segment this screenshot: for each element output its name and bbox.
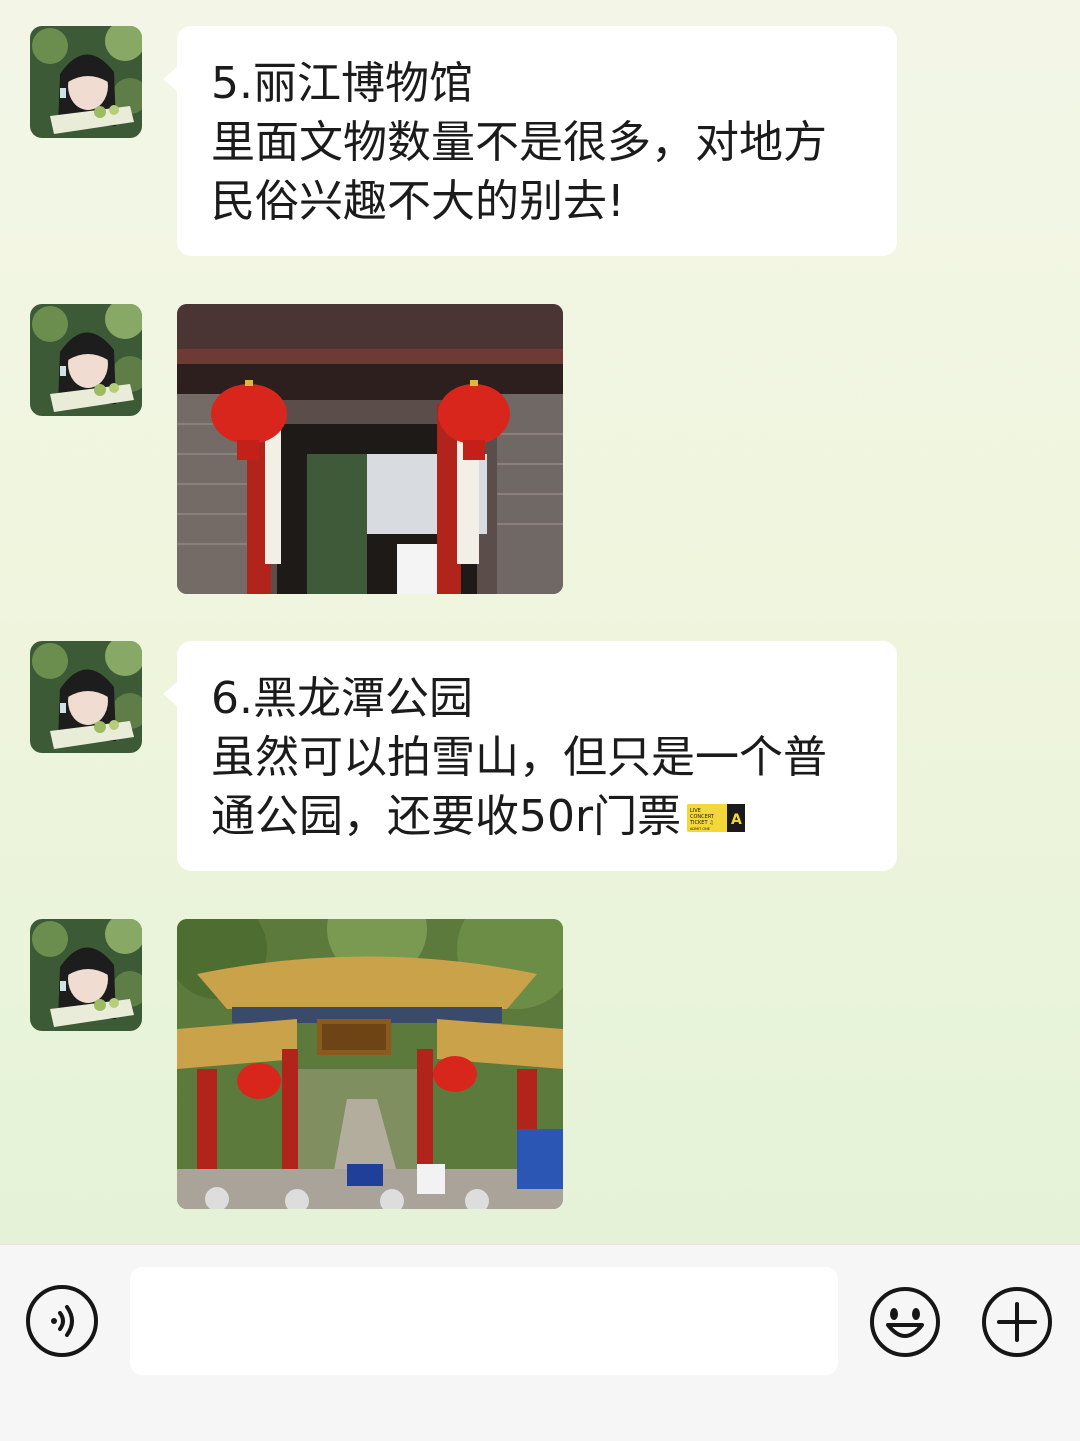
message-title: 6.黑龙潭公园 [211,673,473,724]
avatar[interactable] [30,304,142,416]
avatar[interactable] [30,919,142,1031]
chat-input-bar [0,1244,1080,1441]
svg-text:A: A [731,812,742,828]
park-photo[interactable] [177,919,563,1209]
plus-icon [982,1287,1052,1357]
ticket-icon: LIVE CONCERT TICKET ♫ ADMIT ONE A [687,790,746,849]
ticket-text: ADMIT ONE [690,827,710,831]
emoji-icon [870,1287,940,1357]
voice-button[interactable] [26,1285,98,1357]
message-bubble[interactable]: 5.丽江博物馆 里面文物数量不是很多，对地方 民俗兴趣不大的别去! [163,26,897,256]
message-bubble[interactable]: 6.黑龙潭公园 虽然可以拍雪山，但只是一个普 通公园，还要收50r门票 LIVE… [163,641,897,871]
voice-icon [51,1305,74,1337]
message-line: 虽然可以拍雪山，但只是一个普 [211,732,827,783]
message-input[interactable] [130,1267,838,1375]
plus-button[interactable] [980,1285,1054,1359]
avatar[interactable] [30,26,142,138]
message-title: 5.丽江博物馆 [211,58,473,109]
emoji-button[interactable] [868,1285,942,1359]
message-line: 通公园，还要收50r门票 [211,791,682,842]
museum-photo[interactable] [177,304,563,594]
message-line: 里面文物数量不是很多，对地方 [211,117,827,168]
ticket-text: TICKET ♫ [689,820,714,826]
avatar[interactable] [30,641,142,753]
message-line: 民俗兴趣不大的别去! [211,176,625,227]
